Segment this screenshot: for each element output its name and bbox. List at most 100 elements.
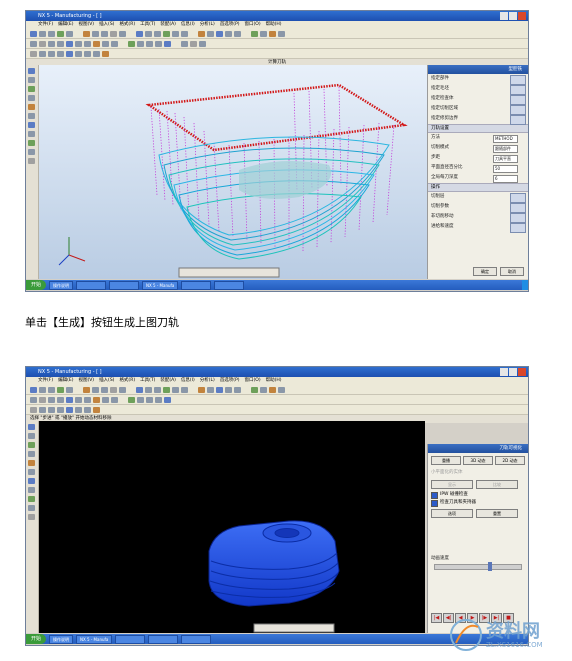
menu-analysis[interactable]: 分析(L) — [200, 377, 215, 385]
delete-icon[interactable] — [110, 386, 117, 393]
close-toolbar-icon[interactable] — [93, 406, 100, 413]
menu-insert[interactable]: 插入(S) — [99, 21, 114, 29]
program-icon[interactable] — [207, 30, 214, 37]
open-icon[interactable] — [48, 386, 55, 393]
show-button[interactable]: 显示 — [431, 480, 473, 489]
tab-2d-dynamic[interactable]: 2D 动态 — [495, 456, 525, 465]
extrude-icon[interactable] — [93, 40, 100, 47]
rotate-icon[interactable] — [154, 30, 161, 37]
sketch-icon[interactable] — [30, 50, 37, 57]
menu-help[interactable]: 帮助(H) — [266, 21, 282, 29]
tab-replay[interactable]: 重播 — [431, 456, 461, 465]
part-nav-icon[interactable] — [28, 86, 35, 92]
menu-edit[interactable]: 编辑(E) — [58, 21, 73, 29]
checkbox-checked-icon[interactable] — [431, 491, 438, 499]
menu-format[interactable]: 格式(R) — [119, 21, 135, 29]
taskbar-item[interactable] — [109, 280, 140, 290]
wcs-icon[interactable] — [137, 396, 144, 403]
method-select[interactable]: METHOD — [493, 135, 518, 143]
menu-window[interactable]: 窗口(O) — [245, 21, 261, 29]
undo-icon[interactable] — [119, 386, 126, 393]
snap-icon[interactable] — [48, 40, 55, 47]
save-icon[interactable] — [57, 386, 64, 393]
revolve-icon[interactable] — [102, 396, 109, 403]
feeds-speeds-row[interactable]: 进给和速度 — [428, 222, 528, 233]
depth-per-cut-input[interactable]: 6 — [493, 175, 518, 183]
menu-tools[interactable]: 工具(T) — [140, 21, 155, 29]
system-material-icon[interactable] — [28, 469, 35, 475]
navigator-icon[interactable] — [28, 68, 35, 74]
new-icon[interactable] — [39, 30, 46, 37]
cut-pattern-select[interactable]: 跟随部件 — [493, 145, 518, 153]
specify-part-row[interactable]: 指定部件 — [428, 74, 528, 85]
taskbar-item[interactable]: NX 5 - Manufa — [142, 280, 179, 290]
menu-edit[interactable]: 编辑(E) — [58, 377, 73, 385]
select-icon[interactable] — [30, 40, 37, 47]
palette-icon[interactable] — [28, 122, 35, 128]
snap-point-bar[interactable] — [178, 267, 280, 278]
new-icon[interactable] — [39, 386, 46, 393]
hide-icon[interactable] — [155, 396, 162, 403]
hole-icon[interactable] — [93, 50, 100, 57]
menu-window[interactable]: 窗口(O) — [245, 377, 261, 385]
verify-icon[interactable] — [260, 386, 267, 393]
menu-preferences[interactable]: 首选项(P) — [220, 377, 240, 385]
menu-analysis[interactable]: 分析(L) — [200, 21, 215, 29]
cut-levels-row[interactable]: 切削层 — [428, 192, 528, 203]
copy-icon[interactable] — [92, 30, 99, 37]
system-material-icon[interactable] — [28, 113, 35, 119]
taskbar-item[interactable] — [76, 280, 107, 290]
section-icon[interactable] — [190, 40, 197, 47]
menu-help[interactable]: 帮助(H) — [266, 377, 282, 385]
menu-tools[interactable]: 工具(T) — [140, 377, 155, 385]
menu-file[interactable]: 文件(F) — [38, 21, 53, 29]
menu-insert[interactable]: 插入(S) — [99, 377, 114, 385]
revolve-icon[interactable] — [102, 40, 109, 47]
start-icon[interactable] — [30, 30, 37, 37]
program-icon[interactable] — [207, 386, 214, 393]
layer-icon[interactable] — [128, 40, 135, 47]
edit-display-icon[interactable] — [164, 396, 171, 403]
print-icon[interactable] — [66, 30, 73, 37]
non-cutting-row[interactable]: 非切削移动 — [428, 212, 528, 223]
arc-icon[interactable] — [75, 396, 82, 403]
hide-icon[interactable] — [155, 40, 162, 47]
fit-icon[interactable] — [136, 386, 143, 393]
operation-icon[interactable] — [198, 30, 205, 37]
blend-icon[interactable] — [111, 40, 118, 47]
method-icon[interactable] — [234, 386, 241, 393]
reset-button[interactable]: 重置 — [476, 509, 518, 518]
reuse-library-icon[interactable] — [28, 496, 35, 502]
taskbar-item[interactable] — [181, 634, 212, 644]
refresh-icon[interactable] — [199, 40, 206, 47]
arc-icon[interactable] — [75, 40, 82, 47]
postprocess-icon[interactable] — [269, 386, 276, 393]
paste-icon[interactable] — [101, 386, 108, 393]
line-icon[interactable] — [66, 40, 73, 47]
process-studio-icon[interactable] — [28, 149, 35, 155]
specify-check-row[interactable]: 指定检查体 — [428, 94, 528, 105]
start-button[interactable]: 开始 — [26, 280, 47, 290]
animation-speed-slider[interactable] — [434, 562, 522, 571]
start-icon[interactable] — [30, 386, 37, 393]
history-icon[interactable] — [28, 451, 35, 457]
pan-icon[interactable] — [163, 30, 170, 37]
checkbox-checked-icon[interactable] — [431, 499, 438, 507]
slider-thumb[interactable] — [488, 562, 493, 571]
wireframe-icon[interactable] — [181, 386, 188, 393]
taskbar-item[interactable] — [214, 280, 245, 290]
graphics-window[interactable] — [39, 421, 425, 633]
ipw-collision-checkbox[interactable]: IPW 碰撞检查 — [428, 491, 528, 499]
help-icon[interactable] — [28, 514, 35, 520]
close-button[interactable] — [518, 12, 526, 20]
part-nav-icon[interactable] — [28, 442, 35, 448]
assembly-nav-icon[interactable] — [28, 77, 35, 83]
edit-display-icon[interactable] — [164, 40, 171, 47]
specify-blank-row[interactable]: 指定毛坯 — [428, 84, 528, 95]
tool-icon[interactable] — [216, 30, 223, 37]
percent-diameter-input[interactable]: 50 — [493, 165, 518, 173]
web-browser-icon[interactable] — [28, 131, 35, 137]
generate-icon[interactable] — [251, 30, 258, 37]
layer-icon[interactable] — [128, 396, 135, 403]
filter-icon[interactable] — [39, 396, 46, 403]
